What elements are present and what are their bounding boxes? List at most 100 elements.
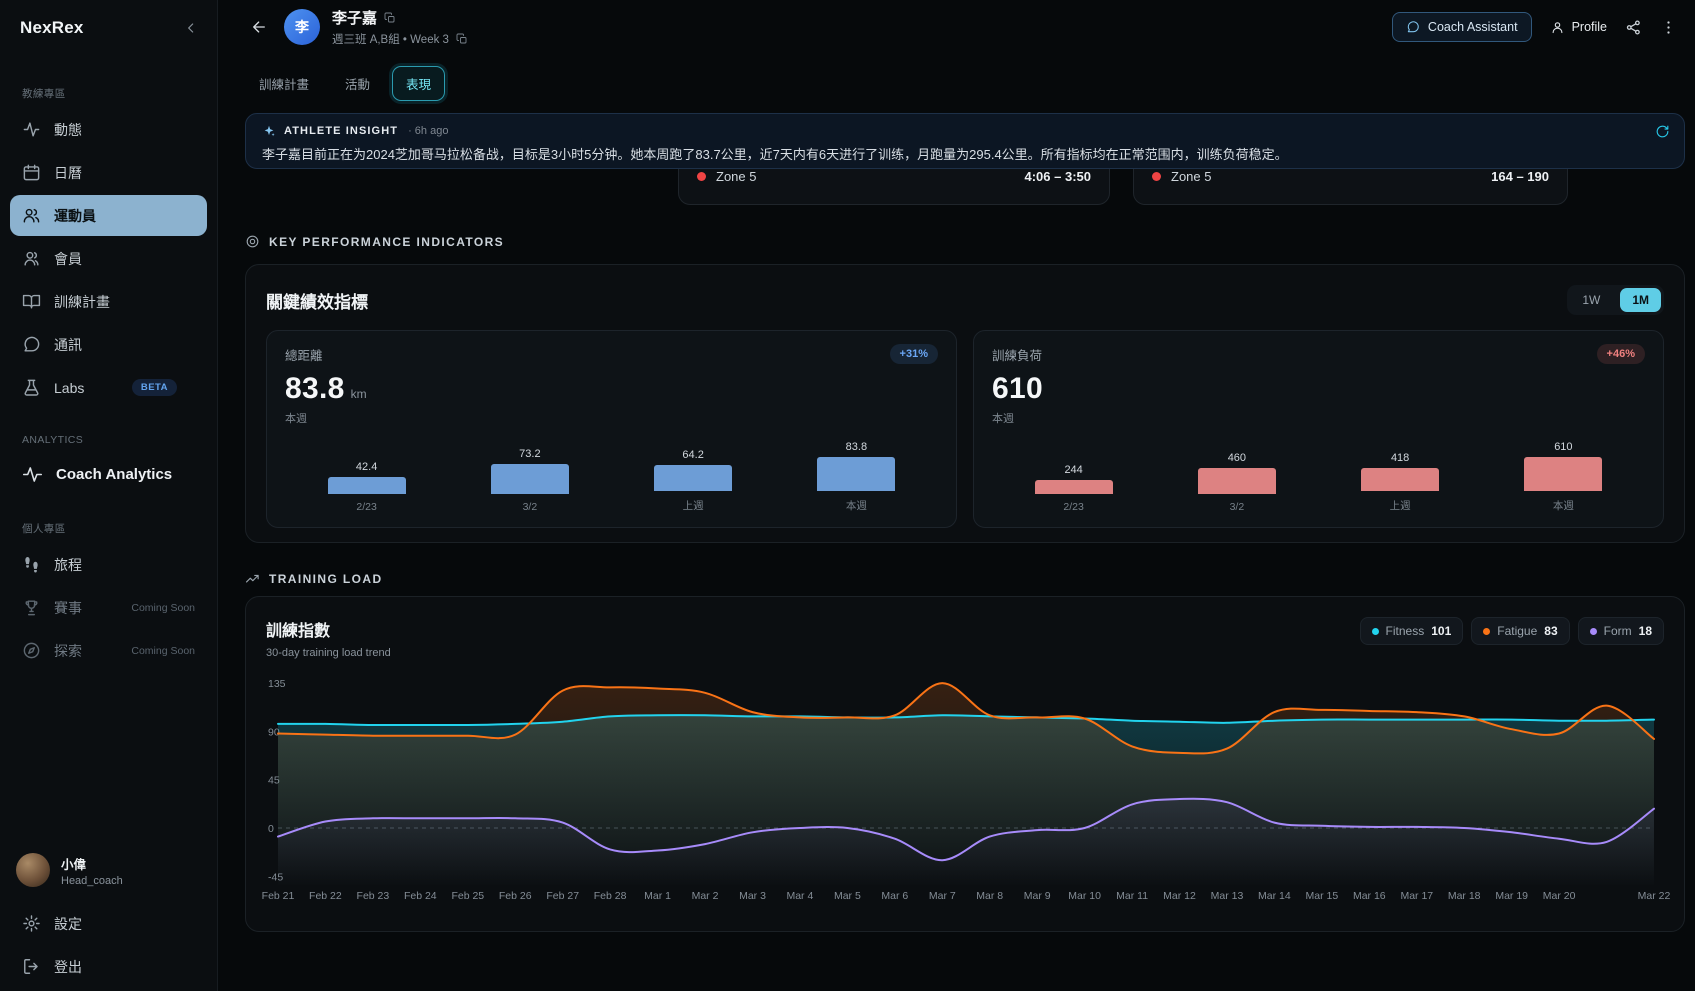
tab-performance[interactable]: 表現 [392, 66, 445, 101]
users-icon [22, 206, 41, 225]
svg-text:Mar 4: Mar 4 [786, 890, 813, 902]
svg-text:Mar 19: Mar 19 [1495, 890, 1528, 902]
kpi-card: 關鍵績效指標 1W1M 總距離 +31% 83.8 km 本週 42.4 [245, 264, 1685, 543]
sidebar-item-label: 登出 [54, 957, 82, 977]
sidebar-section-label: 個人專區 [22, 521, 195, 536]
bar-value-label: 244 [1064, 464, 1082, 476]
copy-icon[interactable] [456, 33, 468, 45]
bar-group: 64.2 上週 [612, 441, 775, 513]
range-button-1M[interactable]: 1M [1620, 288, 1661, 312]
svg-text:Feb 25: Feb 25 [451, 890, 484, 902]
back-button[interactable] [244, 12, 274, 42]
metric-training-load: 訓練負荷 +46% 610 本週 244 2/23 460 3/2 418 上週 [973, 330, 1664, 528]
svg-text:Mar 7: Mar 7 [929, 890, 956, 902]
svg-text:Mar 8: Mar 8 [976, 890, 1003, 902]
brand-logo: NexRex [20, 18, 84, 38]
sidebar: NexRex 教練專區 動態 日曆 運動員 會員 訓練計畫 [0, 0, 218, 991]
zone-label: Zone 5 [716, 169, 756, 184]
bar-category-label: 2/23 [1063, 501, 1083, 513]
athlete-initial: 李 [295, 17, 309, 37]
sidebar-item-feed[interactable]: 動態 [10, 109, 207, 150]
kpi-card-title: 關鍵績效指標 [266, 288, 368, 313]
sidebar-collapse-icon[interactable] [183, 20, 199, 36]
svg-text:Mar 2: Mar 2 [692, 890, 719, 902]
bar-category-label: 上週 [683, 498, 704, 513]
metric-delta-badge: +46% [1597, 344, 1645, 364]
athlete-avatar: 李 [284, 9, 320, 45]
legend-item-fitness: Fitness 101 [1360, 617, 1464, 645]
sidebar-item-coach-analytics[interactable]: Coach Analytics [10, 454, 207, 495]
profile-button[interactable]: Profile [1550, 20, 1607, 35]
training-load-chart: 13590450-45Feb 21Feb 22Feb 23Feb 24Feb 2… [266, 663, 1662, 903]
svg-text:Mar 16: Mar 16 [1353, 890, 1386, 902]
sidebar-item-settings[interactable]: 設定 [10, 903, 207, 944]
svg-text:Feb 24: Feb 24 [404, 890, 437, 902]
bar-category-label: 本週 [1553, 498, 1574, 513]
user-card[interactable]: 小偉 Head_coach [0, 845, 217, 901]
bar-value-label: 73.2 [519, 448, 540, 460]
chat-icon [22, 335, 41, 354]
copy-icon[interactable] [384, 12, 396, 24]
sidebar-section-label: 教練專區 [22, 86, 195, 101]
bar-category-label: 3/2 [523, 501, 538, 513]
sidebar-item-athletes[interactable]: 運動員 [10, 195, 207, 236]
tab-activity[interactable]: 活動 [331, 66, 384, 101]
beta-badge: BETA [132, 379, 177, 396]
share-button[interactable] [1625, 19, 1642, 36]
logout-icon [22, 957, 41, 976]
range-button-1W[interactable]: 1W [1570, 288, 1612, 312]
bar-category-label: 2/23 [356, 501, 376, 513]
bar-group: 610 本週 [1482, 441, 1645, 513]
sidebar-item-events[interactable]: 賽事 Coming Soon [10, 587, 207, 628]
svg-text:Mar 14: Mar 14 [1258, 890, 1291, 902]
svg-text:Feb 27: Feb 27 [546, 890, 579, 902]
zone-label: Zone 5 [1171, 169, 1211, 184]
legend-dot [1590, 628, 1597, 635]
main-area: 李 李子嘉 週三班 A,B組 • Week 3 Coach Assistant [218, 0, 1695, 991]
legend-name: Fatigue [1497, 624, 1537, 638]
svg-text:Mar 1: Mar 1 [644, 890, 671, 902]
activity-icon [22, 120, 41, 139]
sidebar-item-label: 日曆 [54, 163, 82, 183]
gear-icon [22, 914, 41, 933]
avatar [16, 853, 50, 887]
sidebar-item-members[interactable]: 會員 [10, 238, 207, 279]
zone-row: Zone 5 164 – 190 [1152, 169, 1549, 184]
sidebar-footer: 設定 登出 [0, 903, 217, 987]
sidebar-item-labs[interactable]: Labs BETA [10, 367, 207, 408]
sidebar-item-label: 旅程 [54, 555, 82, 575]
sidebar-item-label: 訓練計畫 [54, 292, 110, 312]
more-menu-button[interactable] [1660, 19, 1677, 36]
coach-assistant-button[interactable]: Coach Assistant [1392, 12, 1532, 42]
trend-legend: Fitness 101 Fatigue 83 Form 18 [1360, 617, 1664, 645]
refresh-insight-button[interactable] [1655, 124, 1670, 139]
sidebar-item-training-plans[interactable]: 訓練計畫 [10, 281, 207, 322]
athlete-tabs: 訓練計畫活動表現 [245, 66, 445, 101]
svg-text:0: 0 [268, 823, 274, 835]
calendar-icon [22, 163, 41, 182]
arrow-left-icon [250, 18, 268, 36]
insight-body: 李子嘉目前正在为2024芝加哥马拉松备战，目标是3小时5分钟。她本周跑了83.7… [262, 144, 1668, 163]
legend-item-form: Form 18 [1578, 617, 1664, 645]
chat-icon [1406, 20, 1420, 34]
sidebar-item-explore[interactable]: 探索 Coming Soon [10, 630, 207, 671]
members-icon [22, 249, 41, 268]
sidebar-item-calendar[interactable]: 日曆 [10, 152, 207, 193]
svg-text:Mar 5: Mar 5 [834, 890, 861, 902]
sidebar-item-messages[interactable]: 通訊 [10, 324, 207, 365]
legend-value: 18 [1639, 624, 1652, 638]
kebab-menu-icon [1660, 19, 1677, 36]
tab-training-plan[interactable]: 訓練計畫 [245, 66, 323, 101]
sidebar-item-logout[interactable]: 登出 [10, 946, 207, 987]
svg-text:Mar 11: Mar 11 [1116, 890, 1148, 902]
bar-category-label: 上週 [1390, 498, 1411, 513]
training-load-section-header: TRAINING LOAD [245, 571, 383, 586]
user-name: 小偉 [61, 854, 123, 873]
athlete-insight-banner: ATHLETE INSIGHT · 6h ago 李子嘉目前正在为2024芝加哥… [245, 113, 1685, 169]
legend-value: 101 [1431, 624, 1451, 638]
sidebar-item-journey[interactable]: 旅程 [10, 544, 207, 585]
zone-dot [1152, 172, 1161, 181]
load-bar-chart: 244 2/23 460 3/2 418 上週 610 本週 [992, 441, 1645, 513]
bar-value-label: 418 [1391, 452, 1409, 464]
metric-title: 總距離 [285, 345, 323, 364]
